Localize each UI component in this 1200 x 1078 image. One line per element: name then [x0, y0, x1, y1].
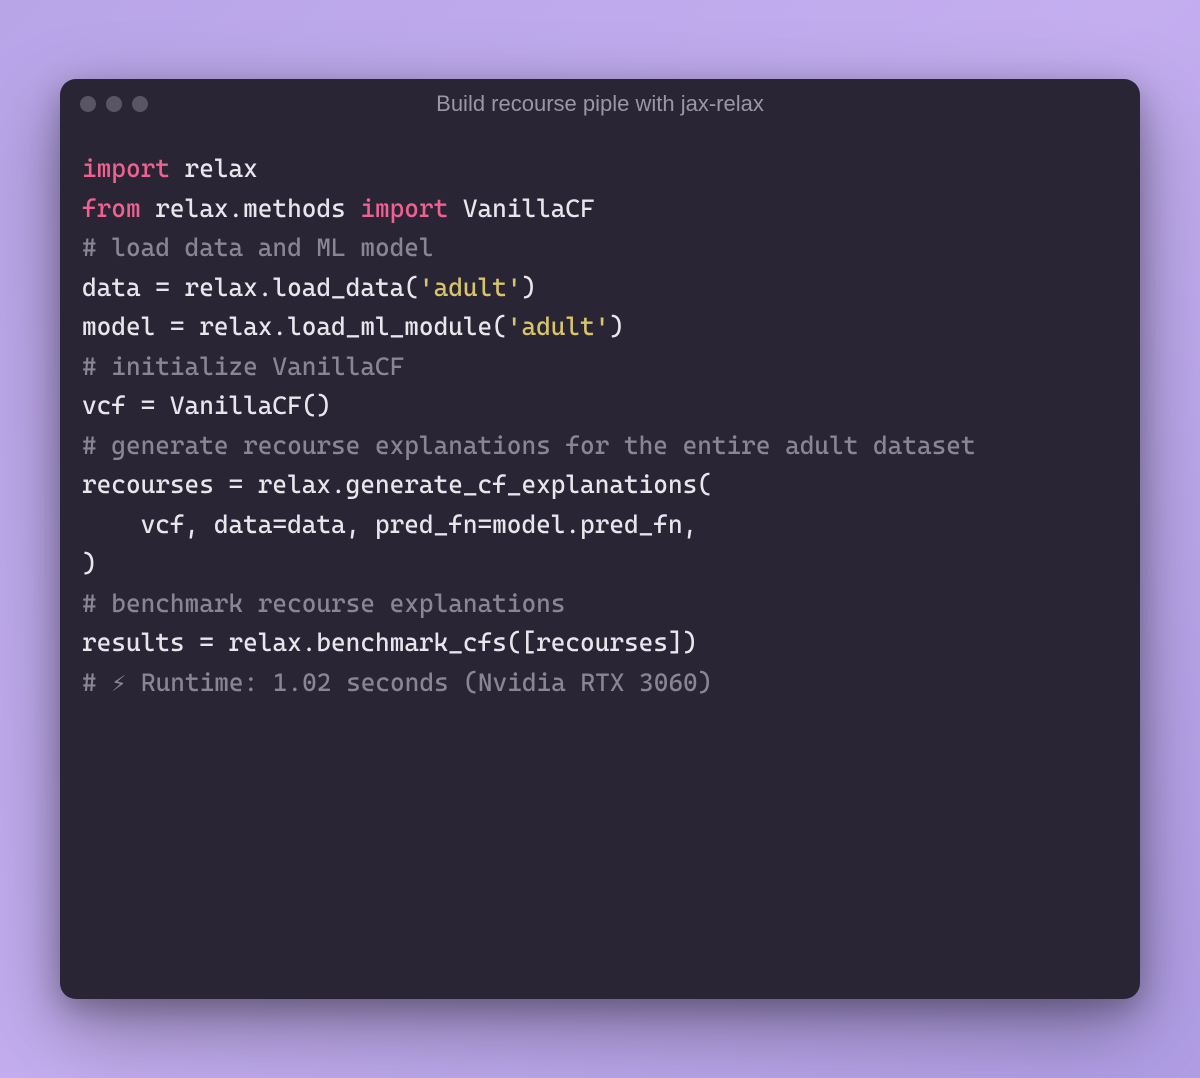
code-text: data = relax.load_data( — [82, 273, 419, 302]
identifier: VanillaCF — [448, 194, 594, 223]
code-line: data = relax.load_data('adult') — [82, 268, 1118, 308]
string-literal: 'adult' — [507, 312, 610, 341]
module-path: relax.methods — [141, 194, 361, 223]
traffic-lights — [80, 96, 148, 112]
keyword: import — [360, 194, 448, 223]
comment: # load data and ML model — [82, 228, 1118, 268]
code-text: ) — [521, 273, 536, 302]
code-line: from relax.methods import VanillaCF — [82, 189, 1118, 229]
code-window: Build recourse piple with jax-relax impo… — [60, 79, 1140, 999]
keyword: import — [82, 154, 170, 183]
identifier: relax — [170, 154, 258, 183]
code-line: ) — [82, 544, 1118, 584]
code-line: recourses = relax.generate_cf_explanatio… — [82, 465, 1118, 505]
code-line: results = relax.benchmark_cfs([recourses… — [82, 623, 1118, 663]
keyword: from — [82, 194, 141, 223]
string-literal: 'adult' — [419, 273, 522, 302]
code-text: model = relax.load_ml_module( — [82, 312, 507, 341]
code-line: model = relax.load_ml_module('adult') — [82, 307, 1118, 347]
titlebar: Build recourse piple with jax-relax — [60, 79, 1140, 129]
code-text: ) — [609, 312, 624, 341]
comment: # benchmark recourse explanations — [82, 584, 1118, 624]
maximize-icon[interactable] — [132, 96, 148, 112]
window-title: Build recourse piple with jax-relax — [80, 91, 1120, 117]
code-line: vcf, data=data, pred_fn=model.pred_fn, — [82, 505, 1118, 545]
minimize-icon[interactable] — [106, 96, 122, 112]
comment: # ⚡ Runtime: 1.02 seconds (Nvidia RTX 30… — [82, 663, 1118, 703]
close-icon[interactable] — [80, 96, 96, 112]
code-editor[interactable]: import relaxfrom relax.methods import Va… — [60, 129, 1140, 722]
code-line: vcf = VanillaCF() — [82, 386, 1118, 426]
comment: # generate recourse explanations for the… — [82, 426, 1118, 466]
comment: # initialize VanillaCF — [82, 347, 1118, 387]
code-line: import relax — [82, 149, 1118, 189]
